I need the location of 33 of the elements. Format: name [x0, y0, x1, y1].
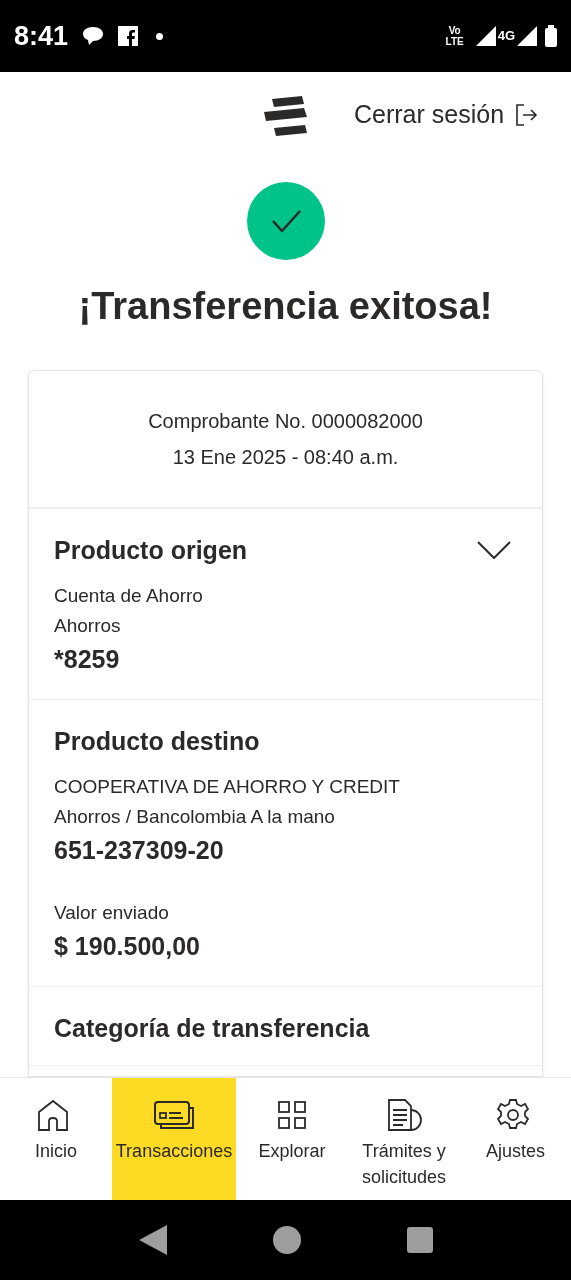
- dot-icon: [156, 32, 164, 40]
- recents-icon[interactable]: [406, 1227, 433, 1253]
- receipt-number: Comprobante No. 0000082000: [148, 409, 423, 434]
- receipt-date: 13 Ene 2025 - 08:40 a.m.: [172, 445, 399, 470]
- field-label: COOPERATIVA DE AHORRO Y CREDIT: [54, 775, 401, 799]
- section-title: Categoría de transferencia: [54, 1013, 370, 1043]
- section-title: Producto destino: [54, 726, 260, 756]
- success-check-icon: [246, 182, 325, 260]
- logout-button[interactable]: Cerrar sesión: [354, 96, 539, 134]
- facebook-icon: [118, 26, 139, 46]
- cards-icon: [153, 1098, 195, 1132]
- back-icon[interactable]: [138, 1225, 167, 1255]
- signal-icon: [517, 26, 537, 46]
- field-value: $ 190.500,00: [54, 931, 201, 962]
- chat-icon: [82, 26, 105, 46]
- nav-tab[interactable]: Transacciones: [112, 1078, 236, 1200]
- section-title: Producto origen: [54, 535, 248, 565]
- status-time: 8:41: [14, 19, 69, 53]
- field-value: 651-237309-20: [54, 835, 225, 866]
- page-title: ¡Transferencia exitosa!: [78, 284, 493, 329]
- signal-icon: [475, 26, 496, 46]
- field-value: *8259: [54, 644, 121, 675]
- field-label: Valor enviado: [54, 901, 170, 925]
- field-label: Ahorros / Bancolombia A la mano: [54, 805, 336, 829]
- network-label: 4G: [497, 27, 515, 46]
- logout-icon: [514, 102, 539, 127]
- volte-label: Vo LTE: [444, 25, 465, 47]
- logo-icon: [264, 96, 308, 136]
- chevron-icon[interactable]: [477, 541, 511, 559]
- field-label: Ahorros: [54, 614, 122, 638]
- field-label: Cuenta de Ahorro: [54, 584, 204, 608]
- home-icon[interactable]: [271, 1225, 302, 1255]
- battery-icon: [545, 25, 557, 47]
